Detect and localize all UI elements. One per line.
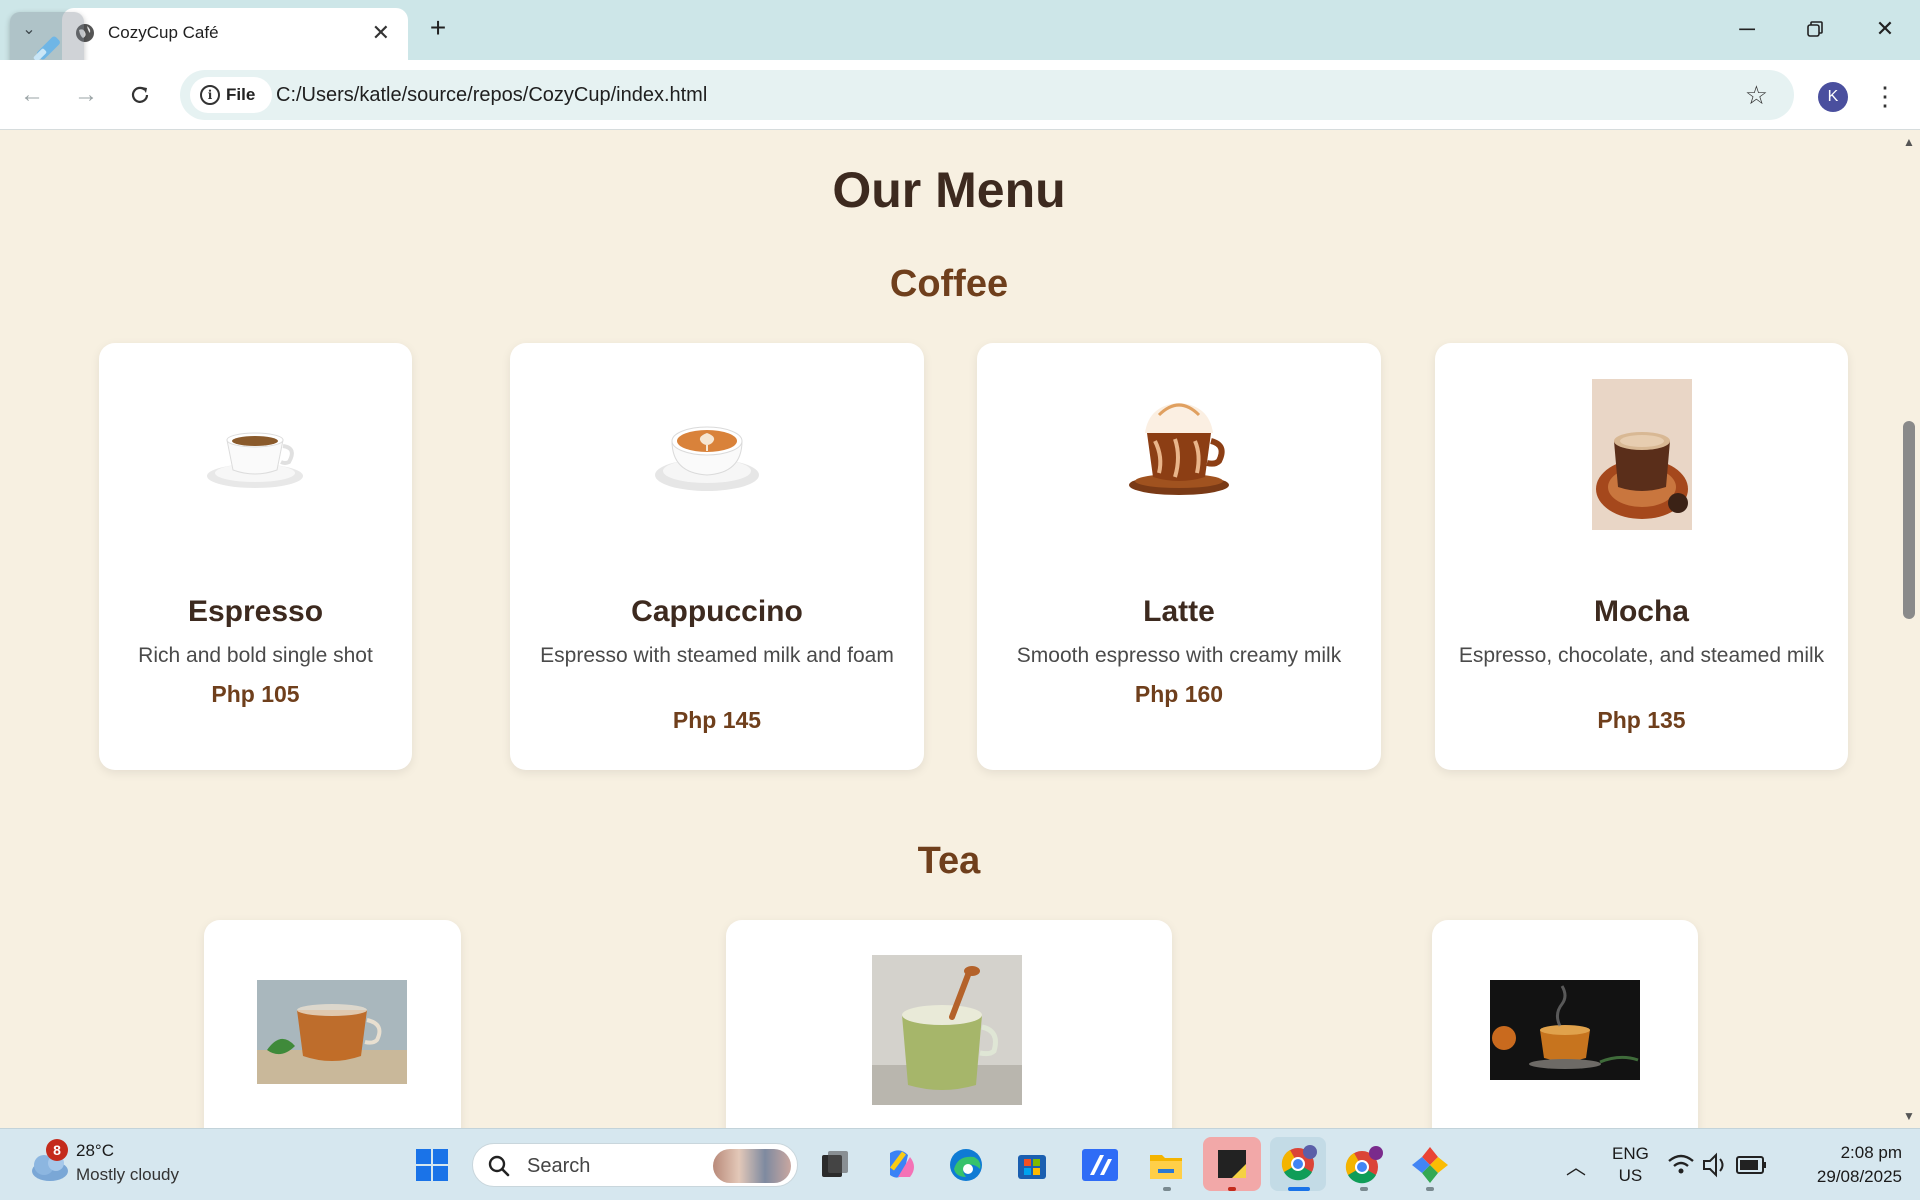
address-bar[interactable]: i File C:/Users/katle/source/repos/CozyC…: [180, 70, 1794, 120]
menu-item-description: Espresso with steamed milk and foam: [540, 644, 894, 667]
active-indicator: [1288, 1187, 1310, 1191]
menu-item-price: Php 135: [1597, 707, 1686, 733]
running-indicator: [1426, 1187, 1434, 1191]
menu-item-price: Php 160: [1134, 681, 1224, 707]
menu-item-name: Mocha: [1593, 595, 1689, 628]
espresso-image: [207, 432, 303, 488]
cappuccino-image: [655, 426, 759, 491]
site-info-label: File: [226, 85, 256, 104]
section-title-tea: Tea: [917, 840, 981, 882]
file-explorer-icon[interactable]: [1144, 1143, 1188, 1187]
chrome-profile-icon[interactable]: [1342, 1143, 1386, 1187]
battery-icon[interactable]: [1734, 1143, 1768, 1187]
search-placeholder: Search: [527, 1155, 591, 1177]
menu-item-name: Latte: [1143, 595, 1215, 628]
black-tea-image: [1490, 980, 1640, 1080]
new-tab-button[interactable]: +: [420, 10, 456, 46]
profile-avatar[interactable]: K: [1818, 82, 1848, 112]
clock-date: 29/08/2025: [1816, 1167, 1902, 1186]
task-view-icon[interactable]: [812, 1143, 856, 1187]
running-indicator: [1163, 1187, 1171, 1191]
url-text[interactable]: C:/Users/katle/source/repos/CozyCup/inde…: [276, 84, 707, 107]
edge-icon[interactable]: [944, 1143, 988, 1187]
menu-card-tea-3[interactable]: [1432, 920, 1698, 1128]
scrollbar-thumb[interactable]: [1903, 421, 1915, 619]
tab-title: CozyCup Café: [108, 23, 219, 42]
menu-item-price: Php 105: [211, 681, 300, 707]
latte-image: [1129, 403, 1229, 495]
browser-toolbar: ← → i File C:/Users/katle/source/repos/C…: [0, 60, 1920, 130]
system-clock[interactable]: 2:08 pm 29/08/2025: [1790, 1141, 1902, 1189]
wifi-icon[interactable]: [1666, 1143, 1696, 1187]
search-highlight-image: [713, 1149, 791, 1183]
menu-item-name: Espresso: [187, 595, 324, 628]
chrome-icon: [1281, 1145, 1317, 1181]
running-indicator: [1360, 1187, 1368, 1191]
language-code: ENG: [1612, 1144, 1649, 1163]
windows-taskbar: 8 28°C Mostly cloudy Search ︿ ENG US 2:0…: [0, 1128, 1920, 1200]
volume-icon[interactable]: [1700, 1143, 1730, 1187]
browser-tab[interactable]: CozyCup Café ✕: [62, 8, 408, 60]
back-button[interactable]: ←: [14, 77, 50, 113]
language-indicator[interactable]: ENG US: [1612, 1143, 1649, 1187]
page-scrollbar[interactable]: ▲ ▼: [1898, 131, 1920, 1128]
mocha-image: [1592, 379, 1692, 530]
herbal-tea-image: [257, 980, 407, 1084]
close-window-button[interactable]: ✕: [1860, 8, 1910, 50]
copilot-icon[interactable]: [878, 1143, 922, 1187]
weather-condition[interactable]: Mostly cloudy: [76, 1165, 179, 1185]
menu-item-description: Rich and bold single shot: [138, 644, 373, 667]
page-title: Our Menu: [832, 162, 1066, 218]
menu-card-espresso[interactable]: Espresso Rich and bold single shot Php 1…: [99, 343, 412, 770]
taskbar-search-box[interactable]: Search: [472, 1143, 798, 1187]
browser-titlebar: ⌄ CozyCup Café ✕ + ─ ✕: [0, 0, 1920, 84]
clock-time: 2:08 pm: [1840, 1143, 1902, 1162]
scroll-up-icon[interactable]: ▲: [1902, 135, 1916, 149]
microsoft-store-icon[interactable]: [1010, 1143, 1054, 1187]
tab-close-icon[interactable]: ✕: [372, 20, 390, 46]
menu-card-tea-1[interactable]: [204, 920, 461, 1128]
scroll-down-icon[interactable]: ▼: [1902, 1109, 1916, 1123]
page-viewport: Our Menu Coffee Espresso Rich and bold s…: [0, 131, 1898, 1128]
reload-button[interactable]: [122, 77, 158, 113]
minimize-button[interactable]: ─: [1722, 8, 1772, 50]
sticky-notes-icon: [1218, 1150, 1246, 1178]
restore-icon: [1807, 21, 1823, 37]
browser-menu-icon[interactable]: ⋮: [1870, 78, 1900, 114]
reload-icon: [131, 86, 149, 103]
visual-studio-icon[interactable]: [1078, 1143, 1122, 1187]
menu-item-description: Espresso, chocolate, and steamed milk: [1458, 644, 1825, 667]
region-code: US: [1618, 1166, 1643, 1185]
info-icon: i: [200, 85, 220, 105]
menu-card-mocha[interactable]: Mocha Espresso, chocolate, and steamed m…: [1435, 343, 1848, 770]
matcha-latte-image: [872, 955, 1022, 1105]
gemini-app-icon[interactable]: [1408, 1143, 1452, 1187]
menu-item-price: Php 145: [672, 707, 762, 733]
running-indicator: [1228, 1187, 1236, 1191]
menu-card-cappuccino[interactable]: Cappuccino Espresso with steamed milk an…: [510, 343, 924, 770]
bookmark-star-icon[interactable]: ☆: [1745, 80, 1768, 111]
weather-temperature[interactable]: 28°C: [76, 1141, 114, 1161]
restore-button[interactable]: [1790, 8, 1840, 50]
site-info-chip[interactable]: i File: [190, 77, 272, 113]
forward-button[interactable]: →: [68, 77, 104, 113]
windows-start-icon[interactable]: [410, 1143, 454, 1187]
menu-card-latte[interactable]: Latte Smooth espresso with creamy milk P…: [977, 343, 1381, 770]
menu-card-tea-2[interactable]: [726, 920, 1172, 1128]
show-hidden-icons-chevron-icon[interactable]: ︿: [1554, 1143, 1598, 1187]
search-icon: [488, 1155, 510, 1177]
weather-badge: 8: [46, 1139, 68, 1161]
section-title-coffee: Coffee: [889, 263, 1009, 305]
menu-item-name: Cappuccino: [631, 595, 803, 628]
menu-item-description: Smooth espresso with creamy milk: [1016, 644, 1342, 667]
chrome-active-app[interactable]: [1270, 1137, 1326, 1191]
sticky-notes-app[interactable]: [1203, 1137, 1261, 1191]
